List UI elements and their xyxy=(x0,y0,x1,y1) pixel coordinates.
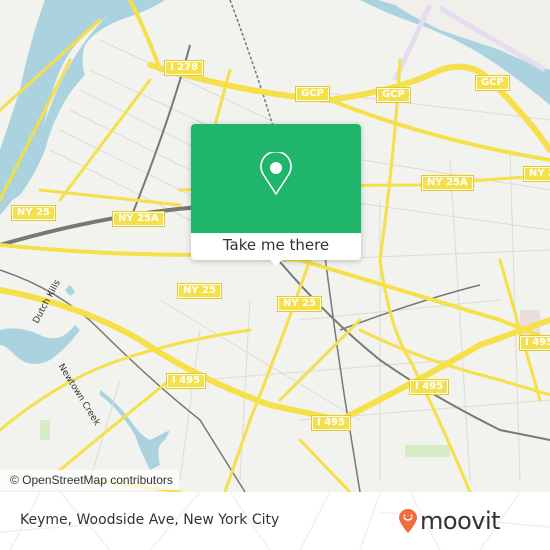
popup-pointer xyxy=(268,258,284,266)
location-popup[interactable]: Take me there xyxy=(191,124,361,266)
moovit-pin-icon xyxy=(399,509,417,533)
shield-i495-5: I 495 xyxy=(310,415,352,431)
map-pin-icon xyxy=(260,152,292,195)
shield-gcp-2: GCP xyxy=(376,87,411,103)
map[interactable]: I 278 GCP GCP GCP NY 25A NY 25A NY 25A N… xyxy=(0,0,550,492)
dutch-kills-water xyxy=(65,285,75,296)
shield-ny25a-1: NY 25A xyxy=(421,175,474,191)
shield-gcp-1: GCP xyxy=(295,86,330,102)
shield-ny25-1: NY 25 xyxy=(10,205,57,221)
moovit-wordmark: moovit xyxy=(420,507,501,535)
shield-ny25a-3: NY 25A xyxy=(112,211,165,227)
shield-i495-1: I 495 xyxy=(165,373,207,389)
map-attribution[interactable]: © OpenStreetMap contributors xyxy=(0,470,179,490)
shield-ny25-3: NY 25 xyxy=(276,296,323,312)
place-name: Keyme, Woodside Ave, New York City xyxy=(20,512,280,528)
park-1 xyxy=(40,420,50,440)
shield-i495-2: I 495 xyxy=(408,379,450,395)
newtown-creek xyxy=(0,325,80,364)
take-me-there-button[interactable]: Take me there xyxy=(191,233,361,260)
shield-i495-3: I 495 xyxy=(518,335,550,351)
shield-ny25a-2: NY 25A xyxy=(523,166,550,182)
park-2 xyxy=(405,445,450,457)
shield-ny25-2: NY 25 xyxy=(176,283,223,299)
shield-i278: I 278 xyxy=(163,60,205,76)
moovit-logo[interactable]: moovit xyxy=(398,504,501,538)
shield-gcp-3: GCP xyxy=(475,75,510,91)
footer: Keyme, Woodside Ave, New York City moovi… xyxy=(0,492,550,550)
popup-header xyxy=(191,124,361,233)
